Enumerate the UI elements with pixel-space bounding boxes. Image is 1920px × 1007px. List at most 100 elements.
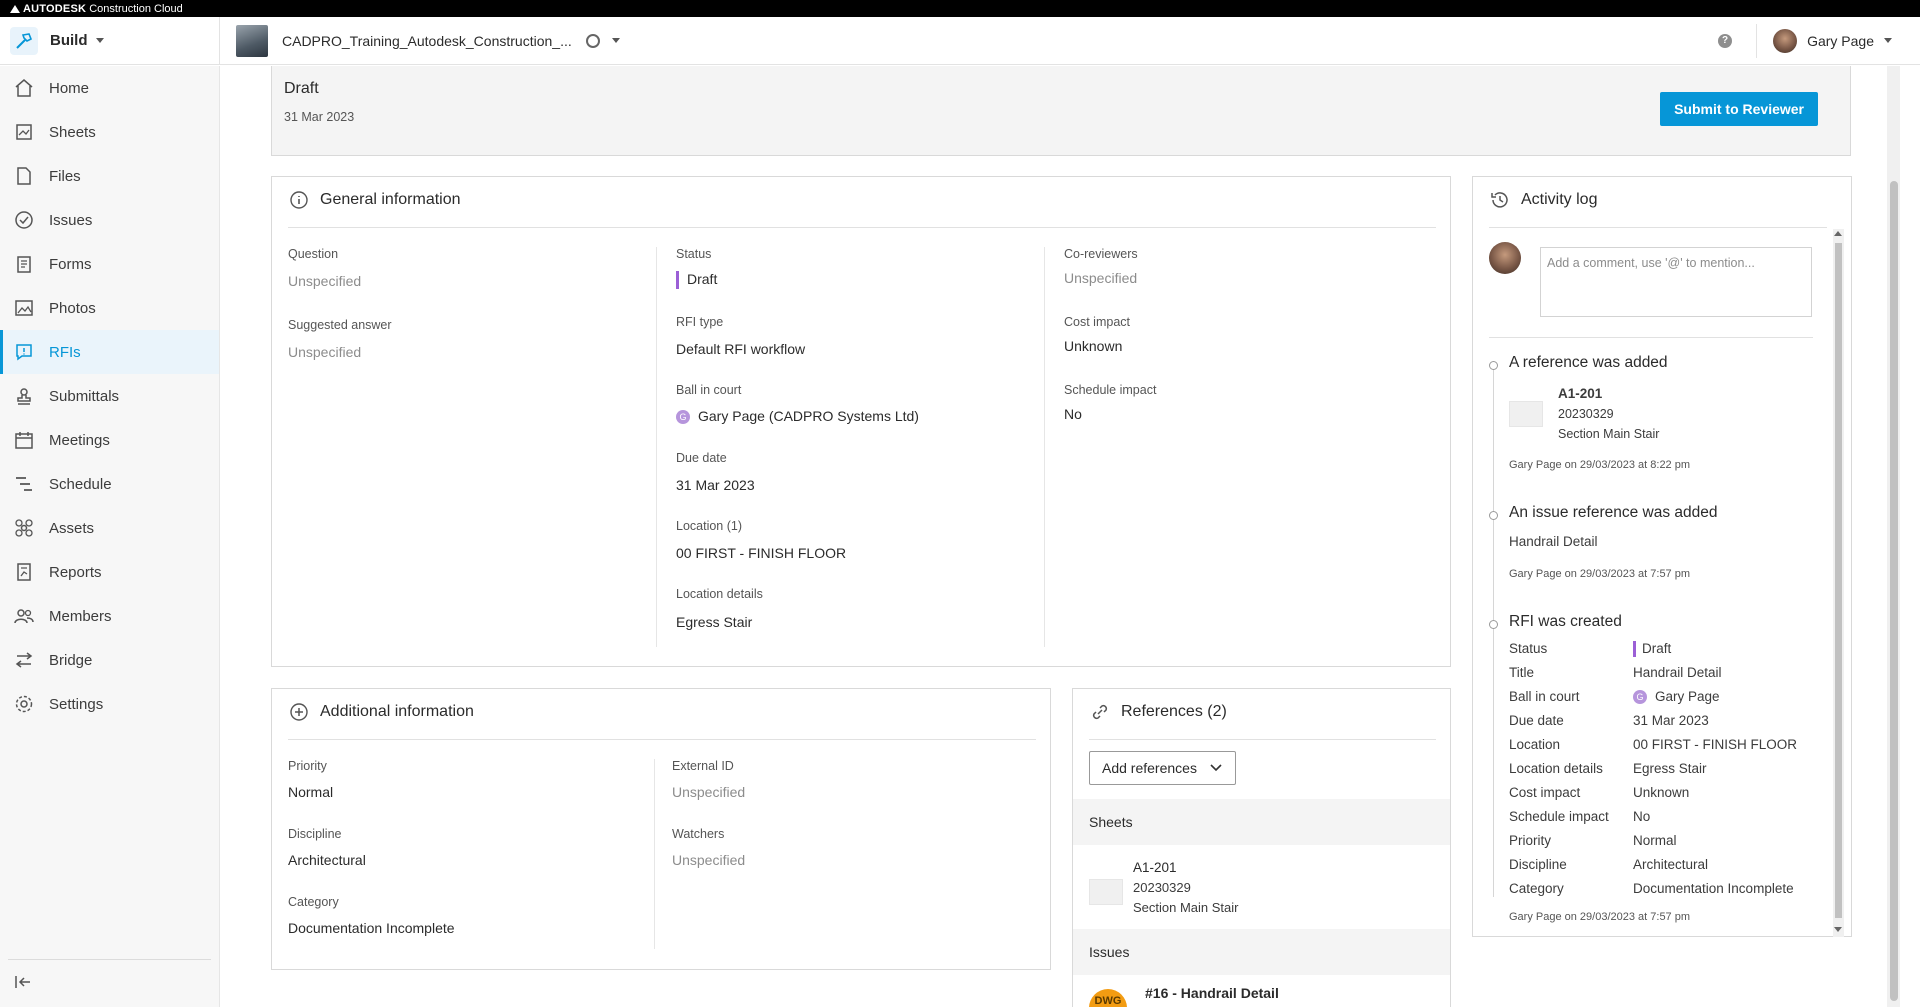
sidebar-item-bridge[interactable]: Bridge (0, 638, 219, 682)
activity-row-key: Ball in court (1509, 689, 1580, 704)
activity-log-header: Activity log (1489, 189, 1597, 211)
activity-entry-meta: Gary Page on 29/03/2023 at 8:22 pm (1509, 459, 1691, 471)
sidebar-item-submittals[interactable]: Submittals (0, 374, 219, 418)
sidebar-item-label: Assets (49, 519, 95, 537)
category-label: Category (288, 895, 339, 909)
user-avatar[interactable] (1773, 28, 1798, 53)
schedule-impact-value: No (1064, 406, 1082, 422)
cost-impact-value: Unknown (1064, 338, 1123, 354)
status-label: Status (676, 247, 712, 261)
chevron-down-icon[interactable] (1884, 38, 1892, 43)
brand-name: AUTODESK (23, 2, 87, 15)
external-id-value[interactable]: Unspecified (672, 784, 745, 800)
sidebar-item-files[interactable]: Files (0, 154, 219, 198)
rfis-icon (13, 341, 35, 363)
module-switcher[interactable]: Build (0, 17, 220, 64)
submit-to-reviewer-button[interactable]: Submit to Reviewer (1660, 92, 1818, 126)
scroll-down-arrow-icon[interactable] (1834, 927, 1842, 932)
activity-log-title: Activity log (1521, 191, 1598, 208)
question-value[interactable]: Unspecified (288, 273, 361, 289)
priority-value: Normal (288, 784, 334, 800)
location-details-value: Egress Stair (676, 614, 753, 630)
comment-user-avatar (1489, 242, 1521, 274)
status-draft-indicator (676, 271, 679, 290)
rfi-type-value: Default RFI workflow (676, 341, 806, 357)
sidebar-item-label: Submittals (49, 387, 120, 405)
autodesk-logo-icon (10, 4, 20, 13)
references-title: References (2) (1121, 703, 1227, 720)
status-draft-indicator (1633, 641, 1636, 658)
help-icon[interactable]: ? (1718, 33, 1733, 48)
activity-entry-title: An issue reference was added (1509, 504, 1718, 521)
chevron-down-icon (95, 38, 104, 43)
collapse-sidebar-area (8, 959, 211, 995)
external-id-label: External ID (672, 759, 734, 773)
sidebar-item-reports[interactable]: Reports (0, 550, 219, 594)
globe-icon (585, 33, 600, 48)
location-value: 00 FIRST - FINISH FLOOR (676, 545, 847, 561)
sidebar-item-schedule[interactable]: Schedule (0, 462, 219, 506)
page-scrollbar-thumb[interactable] (1890, 181, 1898, 1001)
sidebar-item-members[interactable]: Members (0, 594, 219, 638)
sheet-thumbnail[interactable] (1509, 401, 1543, 427)
project-switcher[interactable]: CADPRO_Training_Autodesk_Construction_..… (220, 24, 620, 57)
reference-sheet-name[interactable]: A1-201 (1133, 860, 1177, 875)
collapse-sidebar-icon[interactable] (14, 976, 34, 994)
activity-scrollbar-thumb[interactable] (1835, 243, 1842, 918)
activity-row-value: 00 FIRST - FINISH FLOOR (1633, 737, 1798, 752)
sidebar-item-label: Sheets (49, 123, 96, 141)
references-header: References (2) (1089, 701, 1227, 723)
reference-sheet-desc: Section Main Stair (1133, 900, 1239, 915)
user-name[interactable]: Gary Page (1807, 33, 1874, 49)
general-information-title: General information (320, 191, 461, 208)
additional-information-card: Additional information Priority Normal D… (271, 688, 1051, 970)
comment-input[interactable]: Add a comment, use '@' to mention... (1540, 247, 1812, 317)
activity-row-value: Draft (1633, 641, 1671, 658)
status-text: Draft (687, 271, 718, 287)
activity-row-key: Due date (1509, 713, 1564, 728)
activity-row-value: Documentation Incomplete (1633, 881, 1794, 896)
sidebar-item-label: Settings (49, 695, 104, 713)
files-icon (13, 165, 35, 187)
sidebar-item-label: Issues (49, 211, 93, 229)
activity-row-key: Schedule impact (1509, 809, 1609, 824)
sidebar-item-photos[interactable]: Photos (0, 286, 219, 330)
column-divider (656, 247, 657, 647)
activity-ball-text: Gary Page (1655, 689, 1720, 704)
activity-entry-meta: Gary Page on 29/03/2023 at 7:57 pm (1509, 568, 1691, 580)
activity-row-value: Unknown (1633, 785, 1690, 800)
activity-entry-detail: Handrail Detail (1509, 534, 1598, 549)
sheet-thumbnail[interactable] (1089, 879, 1123, 905)
sidebar-item-home[interactable]: Home (0, 66, 219, 110)
home-icon (13, 77, 35, 99)
sidebar-item-assets[interactable]: Assets (0, 506, 219, 550)
section-divider (1089, 739, 1436, 740)
activity-sheet-name[interactable]: A1-201 (1558, 386, 1602, 401)
additional-information-header: Additional information (288, 701, 474, 723)
issue-type-badge: DWG (1089, 989, 1127, 1007)
rfi-status-date: 31 Mar 2023 (284, 110, 355, 124)
activity-sheet-desc: Section Main Stair (1558, 427, 1660, 441)
watchers-value[interactable]: Unspecified (672, 852, 745, 868)
scroll-up-arrow-icon[interactable] (1834, 231, 1842, 236)
reference-issue-title[interactable]: #16 - Handrail Detail (1145, 985, 1279, 1001)
suggested-answer-value[interactable]: Unspecified (288, 344, 361, 360)
sidebar-item-meetings[interactable]: Meetings (0, 418, 219, 462)
activity-row-key: Priority (1509, 833, 1552, 848)
sidebar-item-sheets[interactable]: Sheets (0, 110, 219, 154)
bridge-icon (13, 649, 35, 671)
add-references-button[interactable]: Add references (1089, 751, 1236, 785)
sidebar-item-forms[interactable]: Forms (0, 242, 219, 286)
user-initial-badge: G (676, 410, 690, 425)
ball-in-court-label: Ball in court (676, 383, 742, 397)
activity-row-key: Status (1509, 641, 1548, 656)
schedule-impact-label: Schedule impact (1064, 383, 1157, 397)
sidebar-item-rfis[interactable]: RFIs (0, 330, 219, 374)
link-icon (1089, 701, 1111, 723)
additional-information-title: Additional information (320, 703, 474, 720)
co-reviewers-value[interactable]: Unspecified (1064, 270, 1137, 286)
sidebar-item-settings[interactable]: Settings (0, 682, 219, 726)
activity-row-value: G Gary Page (1633, 689, 1720, 705)
sidebar-item-issues[interactable]: Issues (0, 198, 219, 242)
priority-label: Priority (288, 759, 327, 773)
